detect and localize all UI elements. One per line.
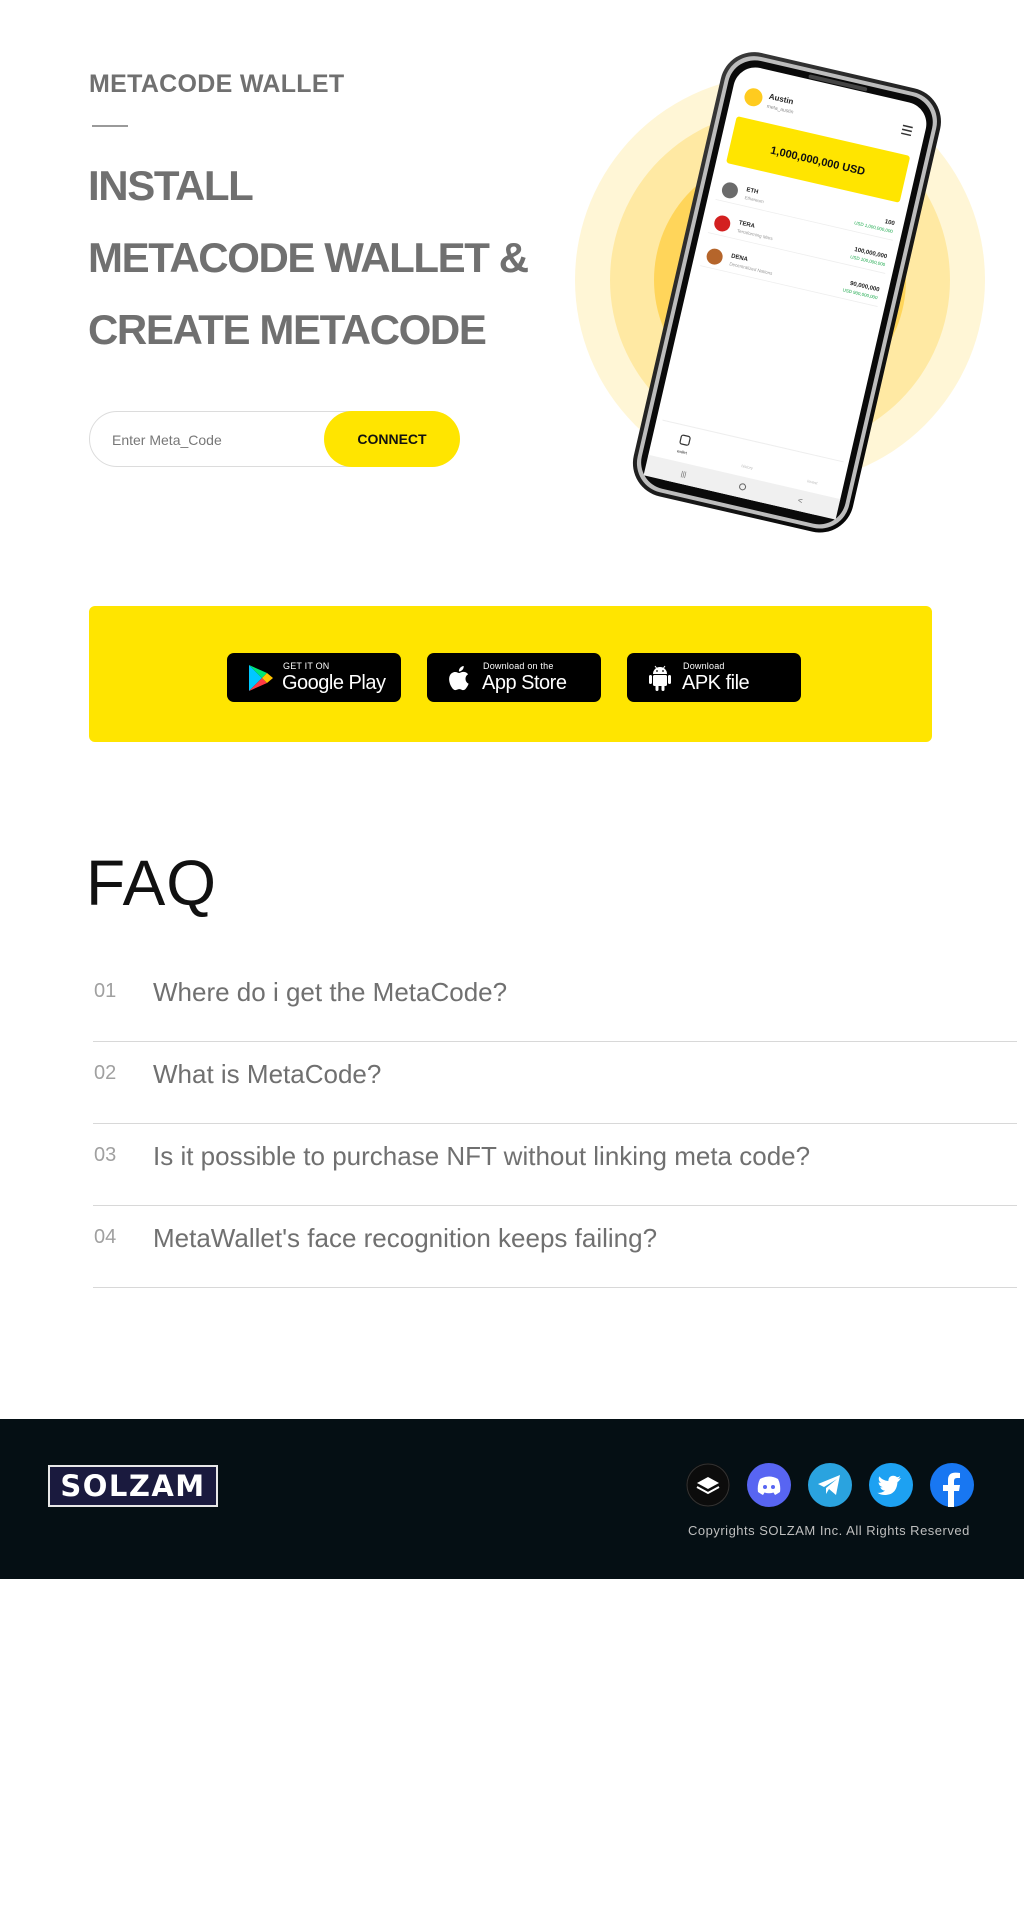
store-download-banner: GET IT ON Google Play Download on the Ap… [89,606,932,742]
solzam-logo[interactable]: SOLZAM [48,1465,218,1507]
eyebrow-divider [92,125,128,127]
apk-download-button[interactable]: Download APK file [627,653,801,702]
app-store-small: Download on the [483,661,554,671]
google-play-small: GET IT ON [283,661,330,671]
faq-item-1[interactable]: 01 Where do i get the MetaCode? [93,960,1017,1042]
faq-question: Where do i get the MetaCode? [153,977,508,1007]
app-store-big: App Store [482,672,567,694]
faq-number: 02 [94,1062,117,1084]
telegram-icon [808,1463,852,1507]
twitter-link[interactable] [869,1463,913,1507]
apple-icon [449,666,469,691]
faq-number: 04 [94,1226,117,1248]
faq-item-2[interactable]: 02 What is MetaCode? [93,1042,1017,1124]
facebook-link[interactable] [930,1463,974,1507]
logo-text: SOLZAM [60,1469,206,1503]
twitter-icon [869,1463,913,1507]
google-play-big: Google Play [282,672,386,694]
google-play-icon [249,665,273,691]
copyright-text: Copyrights SOLZAM Inc. All Rights Reserv… [688,1523,970,1538]
headline-line-3: CREATE METACODE [88,306,487,353]
hero-section: METACODE WALLET INSTALL METACODE WALLET … [0,0,1024,560]
gitbook-icon [686,1463,730,1507]
faq-number: 03 [94,1144,117,1166]
hero-headline: INSTALL METACODE WALLET & CREATE METACOD… [88,150,558,366]
faq-item-3[interactable]: 03 Is it possible to purchase NFT withou… [93,1124,1017,1206]
site-footer: SOLZAM Copyrights SOLZAM Inc. All Rights… [0,1419,1024,1579]
metacode-form: CONNECT [89,411,460,467]
facebook-icon [930,1463,974,1507]
hero-eyebrow: METACODE WALLET [89,70,345,98]
apk-small: Download [683,661,725,671]
discord-link[interactable] [747,1463,791,1507]
faq-number: 01 [94,980,117,1002]
faq-item-4[interactable]: 04 MetaWallet's face recognition keeps f… [93,1206,1017,1288]
faq-list: 01 Where do i get the MetaCode? 02 What … [93,960,1017,1288]
connect-button[interactable]: CONNECT [324,411,460,467]
headline-line-2: METACODE WALLET & [88,234,529,281]
android-icon [649,665,671,691]
gitbook-link[interactable] [686,1463,730,1507]
faq-question: What is MetaCode? [153,1059,382,1089]
app-store-button[interactable]: Download on the App Store [427,653,601,702]
faq-title: FAQ [86,847,218,919]
faq-question: MetaWallet's face recognition keeps fail… [153,1223,658,1253]
google-play-button[interactable]: GET IT ON Google Play [227,653,401,702]
apk-big: APK file [682,672,750,694]
phone-illustration: Austin meta_austin 1,000,000,000 USD ETH… [575,52,985,533]
telegram-link[interactable] [808,1463,852,1507]
discord-icon [747,1463,791,1507]
faq-question: Is it possible to purchase NFT without l… [153,1141,811,1171]
headline-line-1: INSTALL [88,162,254,209]
